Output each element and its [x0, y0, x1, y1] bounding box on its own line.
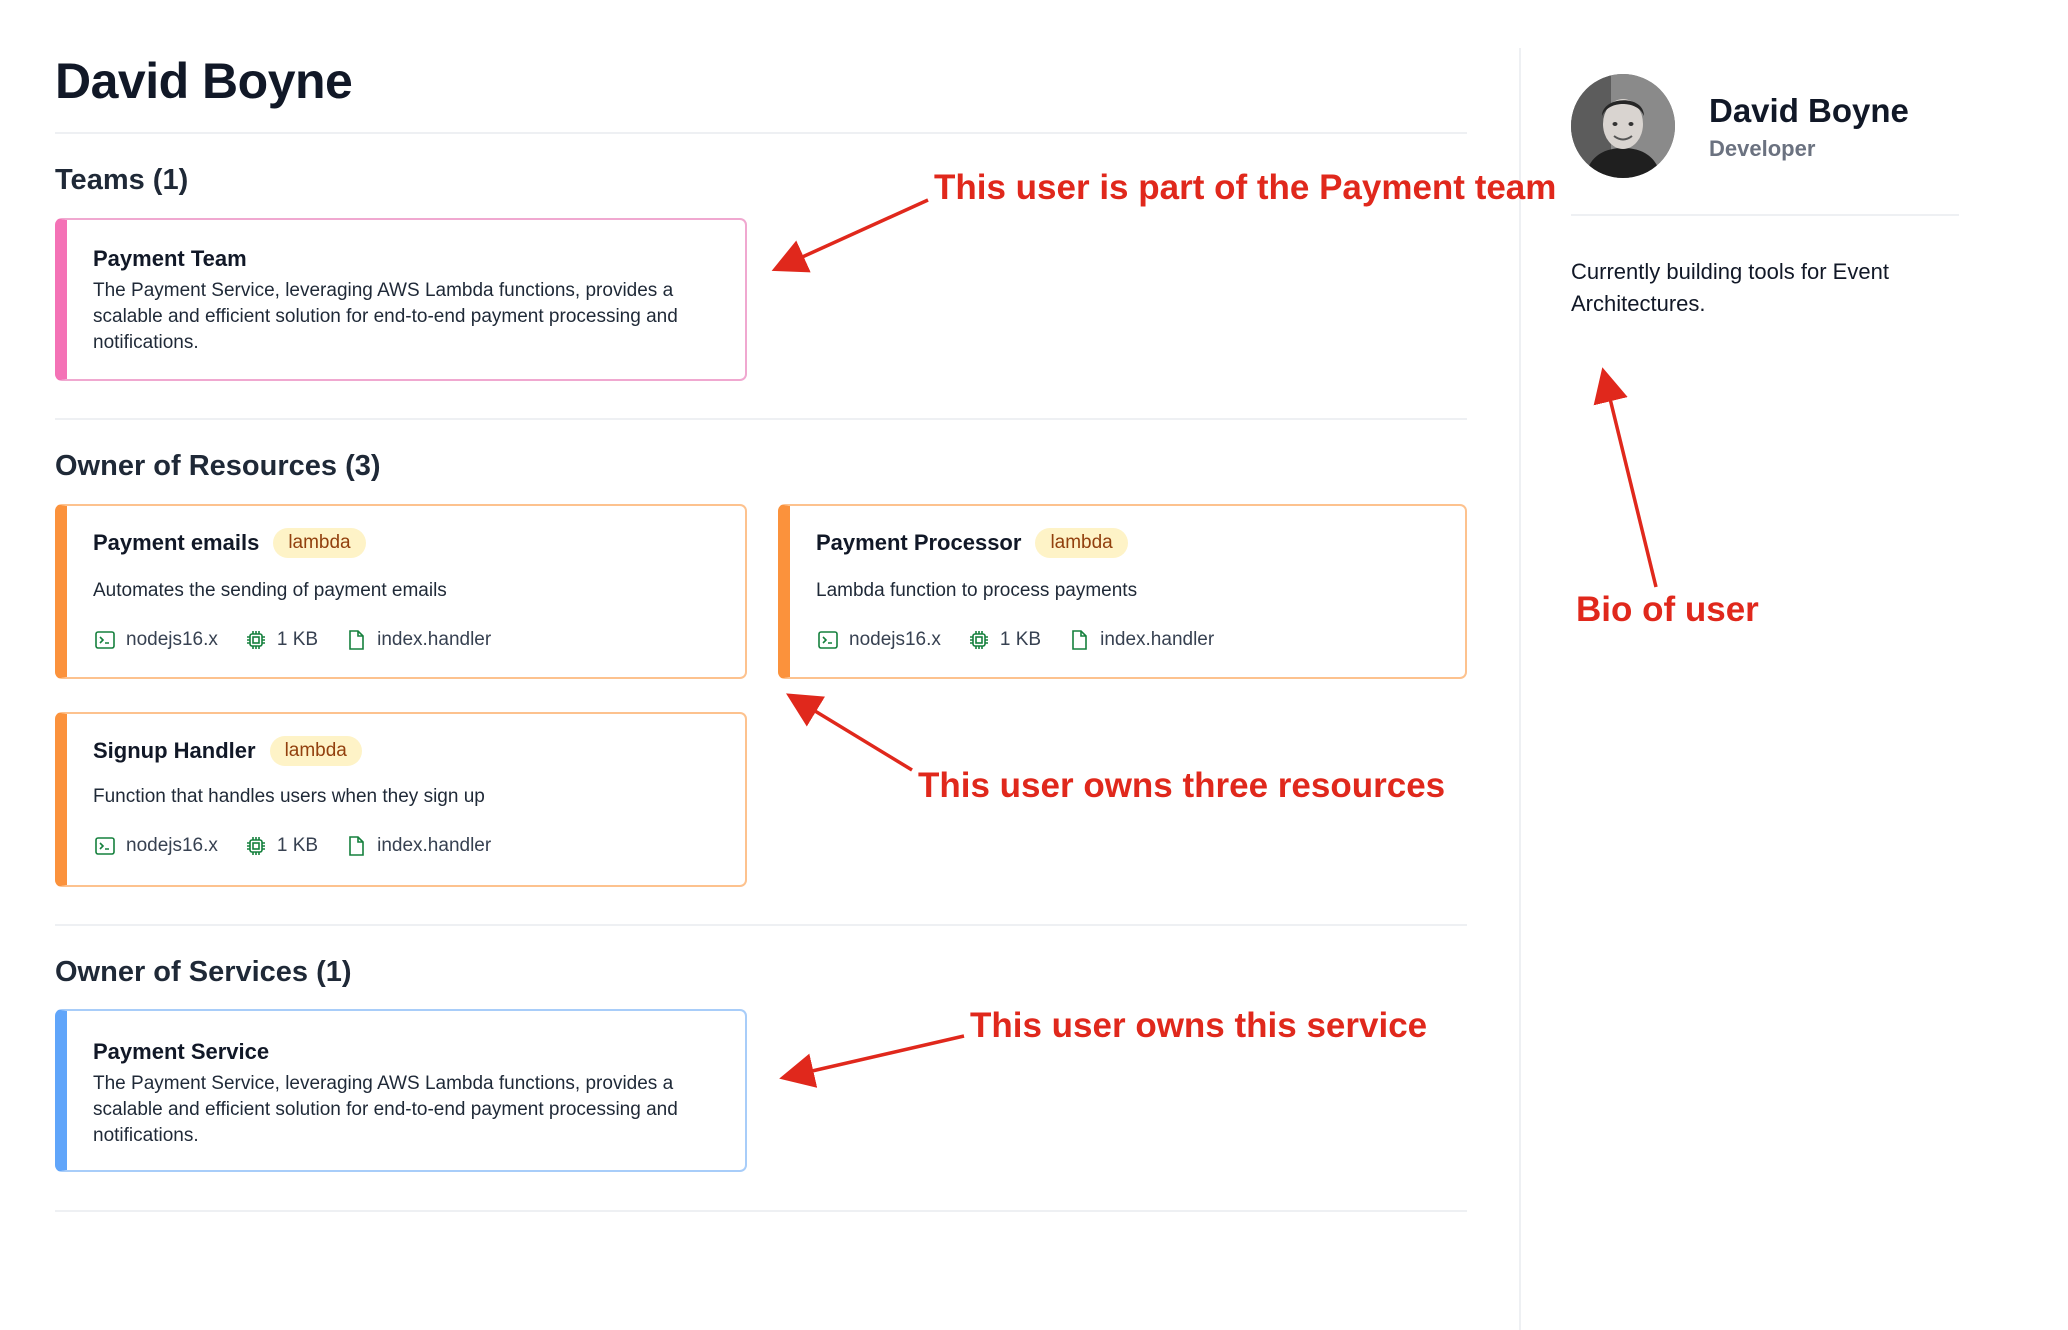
- runtime-label: nodejs16.x: [126, 629, 218, 650]
- resource-card-title: Signup Handler: [93, 738, 256, 763]
- annotation-service: This user owns this service: [970, 1006, 1428, 1045]
- annotation-resources: This user owns three resources: [918, 766, 1446, 805]
- avatar: [1571, 74, 1675, 178]
- sidebar-divider-line: [1571, 214, 1959, 216]
- memory-meta: 1 KB: [244, 628, 318, 652]
- divider: [55, 418, 1467, 420]
- resource-card-signup-handler[interactable]: Signup Handler lambda Function that hand…: [55, 712, 747, 887]
- resource-type-badge: lambda: [1035, 528, 1128, 558]
- memory-meta: 1 KB: [244, 834, 318, 858]
- divider: [55, 924, 1467, 926]
- resource-card-payment-processor[interactable]: Payment Processor lambda Lambda function…: [778, 504, 1467, 679]
- resource-type-badge: lambda: [269, 736, 362, 766]
- memory-label: 1 KB: [276, 629, 319, 650]
- annotation-arrow-resources: [786, 693, 913, 772]
- runtime-label: nodejs16.x: [849, 629, 941, 650]
- runtime-meta: nodejs16.x: [93, 628, 218, 652]
- resource-card-payment-emails[interactable]: Payment emails lambda Automates the send…: [55, 504, 747, 679]
- annotation-team: This user is part of the Payment team: [934, 168, 1557, 207]
- resource-card-title: Payment emails: [93, 530, 260, 555]
- resource-meta: nodejs16.x 1 KB index.handler: [93, 628, 491, 652]
- resource-meta: nodejs16.x 1 KB index.handler: [816, 628, 1214, 652]
- profile-bio: Currently building tools for Event Archi…: [1571, 259, 1889, 316]
- document-icon: [1072, 630, 1087, 650]
- memory-meta: 1 KB: [967, 628, 1041, 652]
- profile-role: Developer: [1709, 136, 1816, 161]
- annotation-arrow-service: [779, 1034, 965, 1088]
- cpu-chip-icon: [246, 631, 265, 649]
- resource-type-badge: lambda: [273, 528, 366, 558]
- runtime-meta: nodejs16.x: [816, 628, 941, 652]
- avatar-image: [1571, 74, 1675, 178]
- service-card-description: The Payment Service, leveraging AWS Lamb…: [93, 1073, 678, 1146]
- divider: [55, 132, 1467, 134]
- document-icon: [349, 836, 364, 856]
- handler-meta: index.handler: [344, 834, 491, 858]
- user-profile-page: David Boyne Teams (1) Payment Team The P…: [0, 0, 2068, 1330]
- handler-label: index.handler: [377, 835, 492, 856]
- sidebar-divider: [1519, 48, 1521, 1330]
- team-card-payment-team[interactable]: Payment Team The Payment Service, levera…: [55, 218, 747, 381]
- handler-label: index.handler: [377, 629, 492, 650]
- team-card-description: The Payment Service, leveraging AWS Lamb…: [93, 280, 678, 353]
- document-icon: [349, 630, 364, 650]
- service-card-title: Payment Service: [93, 1039, 270, 1064]
- annotation-bio: Bio of user: [1576, 590, 1759, 629]
- terminal-icon: [95, 631, 115, 649]
- resource-card-description: Function that handles users when they si…: [93, 786, 485, 807]
- terminal-icon: [818, 631, 838, 649]
- memory-label: 1 KB: [999, 629, 1042, 650]
- annotation-arrow-team: [771, 198, 929, 273]
- cpu-chip-icon: [969, 631, 988, 649]
- annotation-arrow-bio: [1593, 367, 1658, 588]
- profile-name: David Boyne: [1709, 92, 1909, 129]
- services-heading: Owner of Services (1): [55, 956, 352, 988]
- cpu-chip-icon: [246, 837, 265, 855]
- runtime-meta: nodejs16.x: [93, 834, 218, 858]
- handler-label: index.handler: [1100, 629, 1215, 650]
- resources-heading: Owner of Resources (3): [55, 450, 381, 482]
- resource-card-title: Payment Processor: [816, 530, 1022, 555]
- handler-meta: index.handler: [1067, 628, 1214, 652]
- resource-card-description: Automates the sending of payment emails: [93, 580, 447, 601]
- resource-meta: nodejs16.x 1 KB index.handler: [93, 834, 491, 858]
- teams-heading: Teams (1): [55, 164, 189, 196]
- runtime-label: nodejs16.x: [126, 835, 218, 856]
- handler-meta: index.handler: [344, 628, 491, 652]
- team-card-title: Payment Team: [93, 246, 247, 271]
- service-card-payment-service[interactable]: Payment Service The Payment Service, lev…: [55, 1009, 747, 1172]
- divider: [55, 1210, 1467, 1212]
- resource-card-description: Lambda function to process payments: [816, 580, 1138, 601]
- terminal-icon: [95, 837, 115, 855]
- page-title: David Boyne: [55, 53, 353, 109]
- memory-label: 1 KB: [276, 835, 319, 856]
